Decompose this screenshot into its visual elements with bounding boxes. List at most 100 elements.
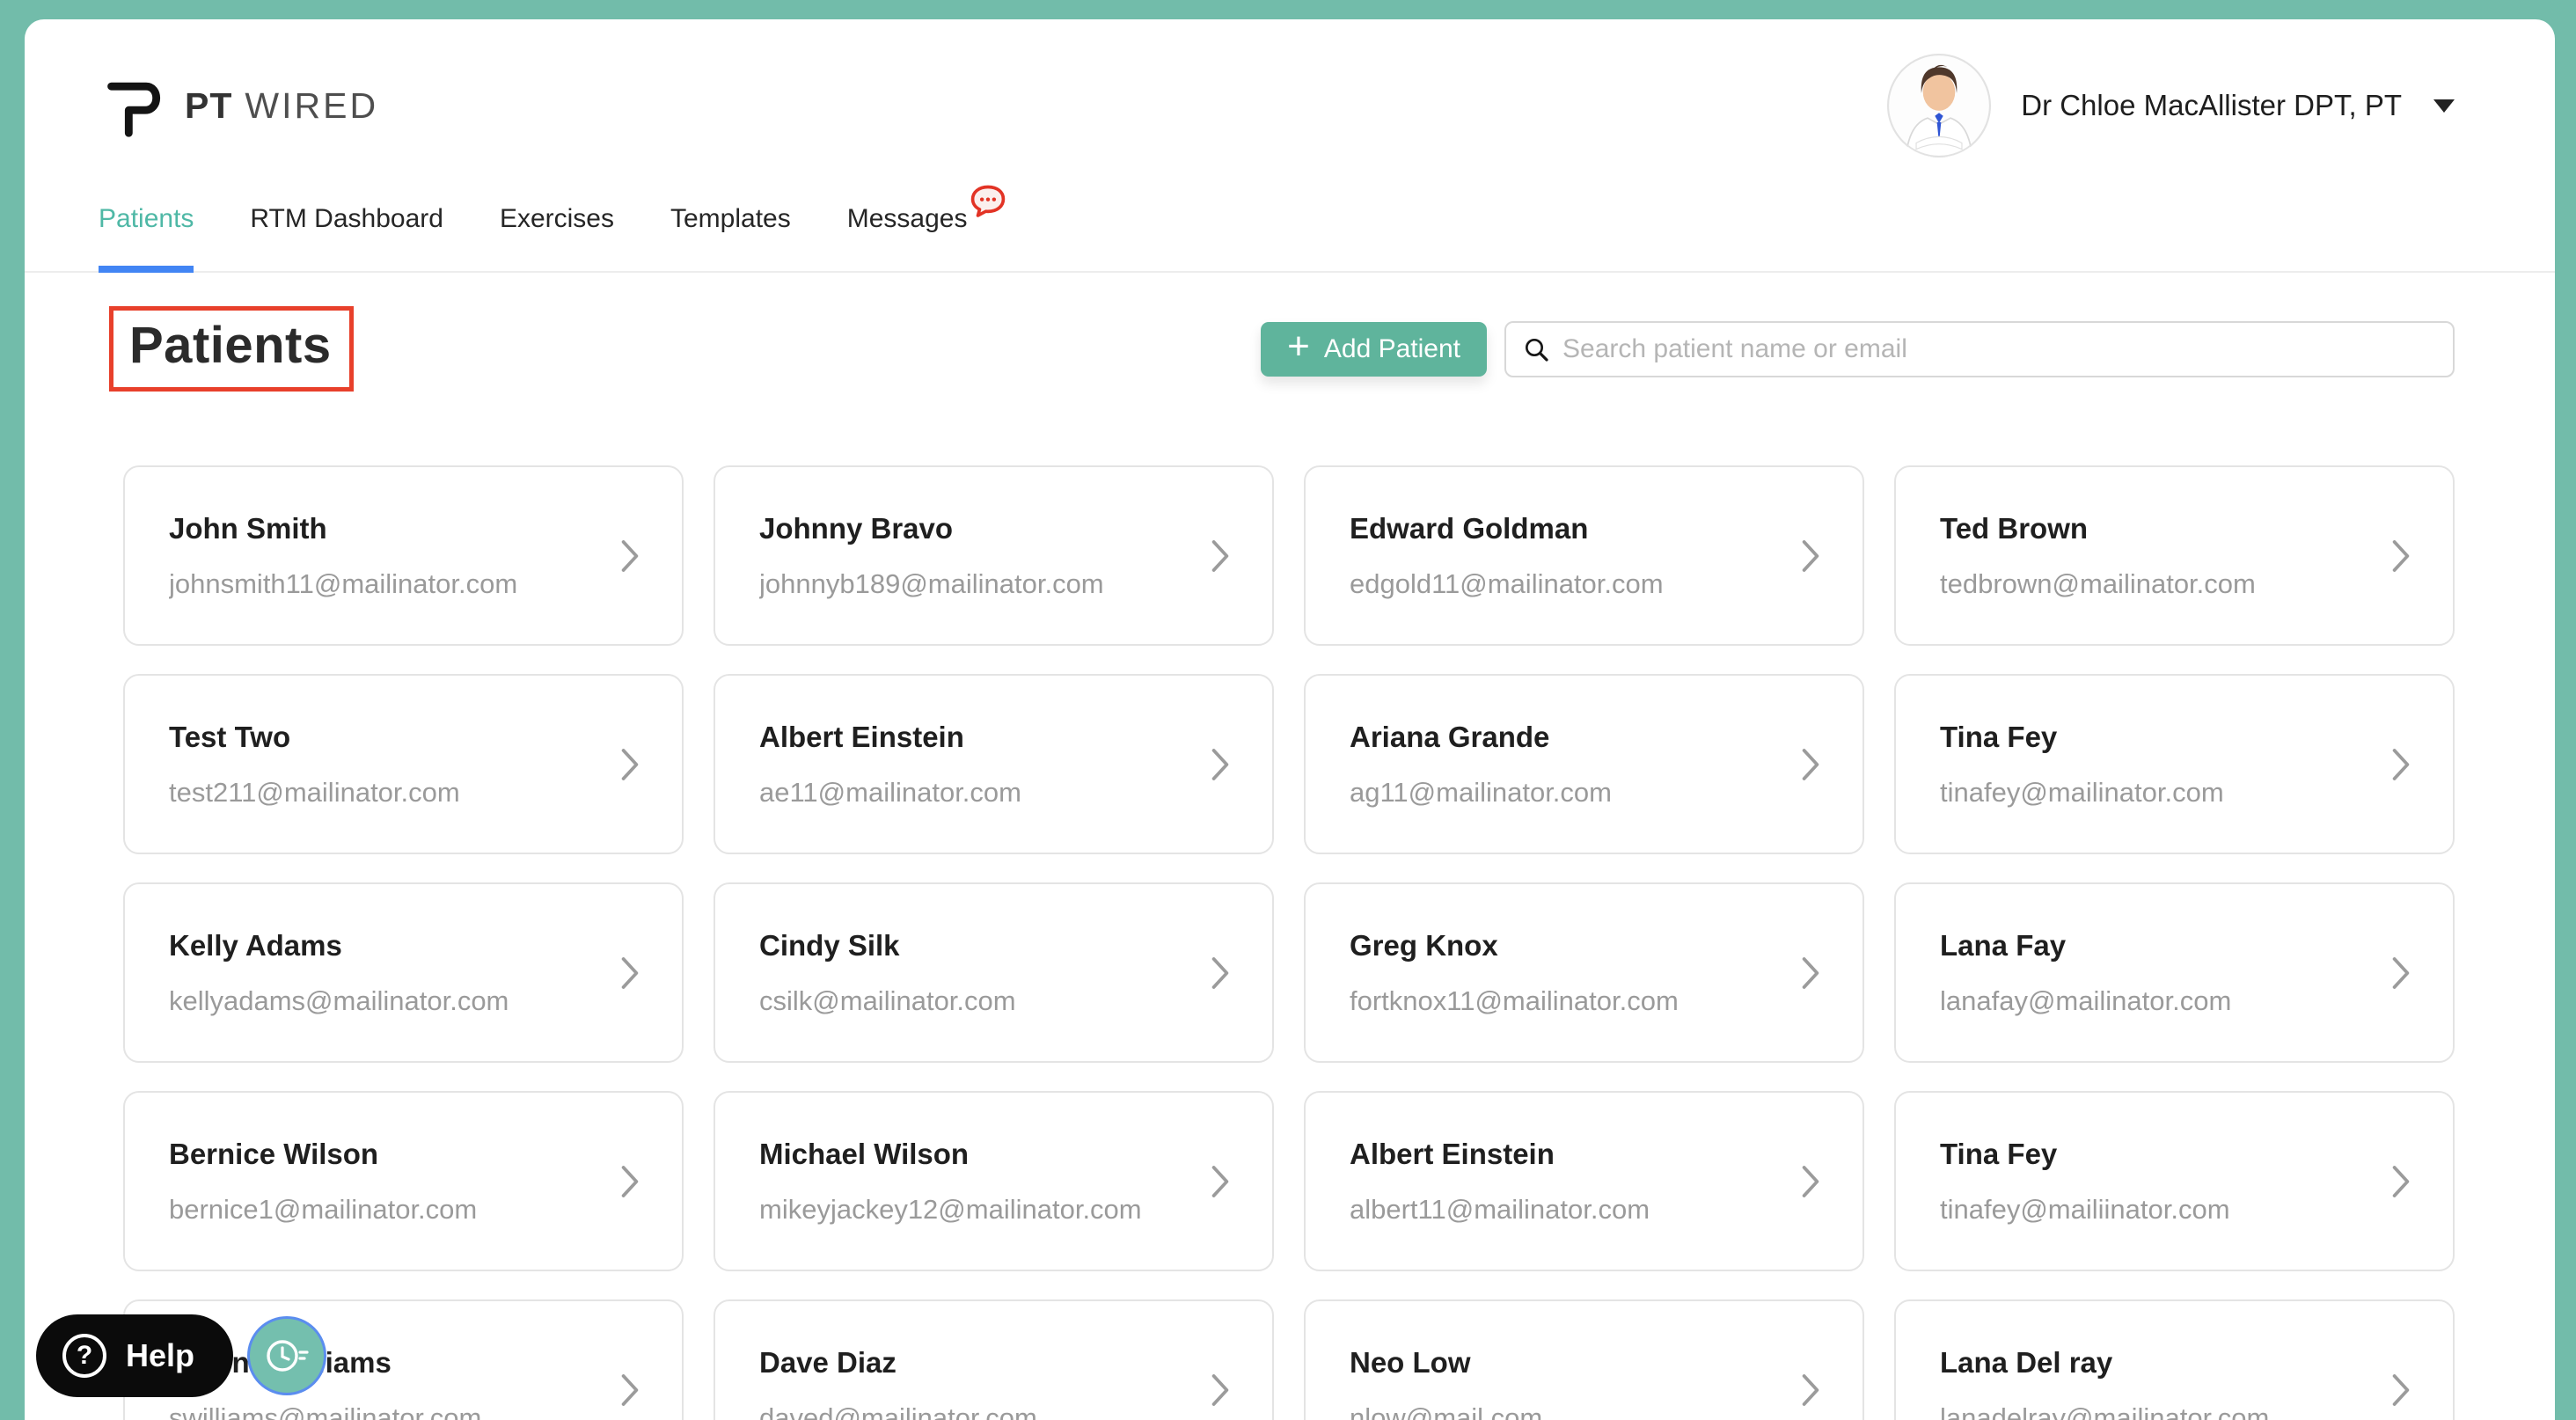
patient-card[interactable]: Kelly Adams kellyadams@mailinator.com	[123, 882, 684, 1063]
patient-card[interactable]: Albert Einstein ae11@mailinator.com	[714, 674, 1274, 854]
chevron-right-icon	[2392, 539, 2410, 572]
patient-email: ag11@mailinator.com	[1350, 776, 1612, 808]
patient-email: kellyadams@mailinator.com	[169, 984, 509, 1016]
patient-email: bernice1@mailinator.com	[169, 1193, 478, 1225]
patient-email: johnsmith11@mailinator.com	[169, 567, 518, 599]
tab-messages[interactable]: Messages	[847, 185, 1006, 271]
brand-name-bold: PT	[185, 84, 233, 126]
search-input[interactable]	[1562, 333, 2437, 364]
chevron-down-icon	[2433, 99, 2455, 113]
search-icon	[1526, 338, 1548, 362]
patient-card[interactable]: Dave Diaz daved@mailinator.com	[714, 1299, 1274, 1420]
patient-card[interactable]: Ted Brown tedbrown@mailinator.com	[1894, 465, 2455, 646]
patient-name: Tina Fey	[1940, 1137, 2058, 1170]
content-panel: PT WIRED Dr Chloe MacAllister DPT, PT Pa…	[25, 19, 2555, 1420]
patient-name: Edward Goldman	[1350, 511, 1589, 545]
chevron-right-icon	[1211, 956, 1229, 989]
patient-email: albert11@mailinator.com	[1350, 1193, 1650, 1225]
patient-name: Johnny Bravo	[759, 511, 954, 545]
patient-name: Test Two	[169, 720, 291, 753]
chevron-right-icon	[1802, 1373, 1819, 1406]
chevron-right-icon	[1802, 1165, 1819, 1197]
add-patient-button[interactable]: + Add Patient	[1261, 321, 1487, 377]
patient-email: edgold11@mailinator.com	[1350, 567, 1664, 599]
patient-card[interactable]: Test Two test211@mailinator.com	[123, 674, 684, 854]
patient-email: tedbrown@mailinator.com	[1940, 567, 2256, 599]
chevron-right-icon	[2392, 748, 2410, 780]
patient-card[interactable]: Edward Goldman edgold11@mailinator.com	[1304, 465, 1864, 646]
search-box	[1504, 320, 2455, 377]
patient-name: Dave Diaz	[759, 1345, 896, 1379]
patient-card[interactable]: Ariana Grande ag11@mailinator.com	[1304, 674, 1864, 854]
chevron-right-icon	[621, 539, 639, 572]
add-patient-label: Add Patient	[1323, 333, 1460, 363]
tab-templates[interactable]: Templates	[670, 204, 791, 271]
patient-card[interactable]: John Smith johnsmith11@mailinator.com	[123, 465, 684, 646]
patient-name: John Smith	[169, 511, 327, 545]
avatar	[1887, 54, 1992, 157]
patient-email: tinafey@mailiinator.com	[1940, 1193, 2230, 1225]
help-button[interactable]: ? Help	[36, 1314, 234, 1397]
tab-exercises[interactable]: Exercises	[500, 204, 614, 271]
patient-card[interactable]: Neo Low nlow@mail.com	[1304, 1299, 1864, 1420]
patient-email: csilk@mailinator.com	[759, 984, 1016, 1016]
chevron-right-icon	[2392, 956, 2410, 989]
plus-icon: +	[1287, 325, 1310, 368]
patient-email: tinafey@mailinator.com	[1940, 776, 2224, 808]
patient-card[interactable]: Cindy Silk csilk@mailinator.com	[714, 882, 1274, 1063]
main-nav: Patients RTM Dashboard Exercises Templates M…	[25, 185, 2555, 273]
toolbar: Patients + Add Patient	[109, 306, 2455, 392]
patient-email: lanafay@mailinator.com	[1940, 984, 2232, 1016]
brand-name-light: WIRED	[245, 84, 379, 126]
patient-card[interactable]: Lana Del ray lanadelray@mailinator.com	[1894, 1299, 2455, 1420]
user-menu[interactable]: Dr Chloe MacAllister DPT, PT	[1887, 54, 2455, 157]
patient-grid: John Smith johnsmith11@mailinator.com Jo…	[123, 465, 2455, 1420]
question-icon: ?	[62, 1334, 106, 1378]
user-name: Dr Chloe MacAllister DPT, PT	[2021, 89, 2402, 121]
chevron-right-icon	[1802, 748, 1819, 780]
tab-patients[interactable]: Patients	[99, 204, 194, 273]
help-label: Help	[126, 1337, 195, 1373]
app-header: PT WIRED Dr Chloe MacAllister DPT, PT	[25, 19, 2555, 157]
patient-name: Albert Einstein	[759, 720, 964, 753]
patient-name: Lana Del ray	[1940, 1345, 2113, 1379]
patient-email: mikeyjackey12@mailinator.com	[759, 1193, 1142, 1225]
ptwired-logo-icon	[107, 82, 161, 137]
chevron-right-icon	[1211, 1165, 1229, 1197]
chevron-right-icon	[1802, 956, 1819, 989]
patient-name: Greg Knox	[1350, 928, 1498, 962]
patient-email: daved@mailinator.com	[759, 1402, 1037, 1420]
patient-card[interactable]: Tina Fey tinafey@mailiinator.com	[1894, 1091, 2455, 1271]
unread-messages-badge-icon	[971, 185, 1006, 217]
title-annotation-box: Patients	[109, 306, 354, 392]
patient-email: fortknox11@mailinator.com	[1350, 984, 1679, 1016]
patient-name: Ted Brown	[1940, 511, 2089, 545]
patient-card[interactable]: Greg Knox fortknox11@mailinator.com	[1304, 882, 1864, 1063]
patient-card[interactable]: Tina Fey tinafey@mailinator.com	[1894, 674, 2455, 854]
chevron-right-icon	[621, 1373, 639, 1406]
patient-name: Bernice Wilson	[169, 1137, 379, 1170]
patient-name: Michael Wilson	[759, 1137, 970, 1170]
brand-logo: PT WIRED	[99, 61, 378, 150]
patient-name: Cindy Silk	[759, 928, 900, 962]
clock-icon	[267, 1340, 309, 1372]
history-clock-button[interactable]	[247, 1316, 326, 1395]
patient-card[interactable]: Albert Einstein albert11@mailinator.com	[1304, 1091, 1864, 1271]
patient-card[interactable]: Michael Wilson mikeyjackey12@mailinator.…	[714, 1091, 1274, 1271]
patient-card[interactable]: Johnny Bravo johnnyb189@mailinator.com	[714, 465, 1274, 646]
patient-card[interactable]: Lana Fay lanafay@mailinator.com	[1894, 882, 2455, 1063]
chevron-right-icon	[1211, 1373, 1229, 1406]
patient-email: nlow@mail.com	[1350, 1402, 1543, 1420]
patient-name: Lana Fay	[1940, 928, 2067, 962]
patient-email: johnnyb189@mailinator.com	[759, 567, 1104, 599]
page-title: Patients	[129, 317, 332, 374]
tab-rtm-dashboard[interactable]: RTM Dashboard	[250, 204, 443, 271]
chevron-right-icon	[621, 748, 639, 780]
patient-name: Kelly Adams	[169, 928, 342, 962]
patient-email: ae11@mailinator.com	[759, 776, 1021, 808]
chevron-right-icon	[2392, 1373, 2410, 1406]
chevron-right-icon	[2392, 1165, 2410, 1197]
patient-email: test211@mailinator.com	[169, 776, 460, 808]
patient-card[interactable]: Bernice Wilson bernice1@mailinator.com	[123, 1091, 684, 1271]
patient-name: Neo Low	[1350, 1345, 1471, 1379]
